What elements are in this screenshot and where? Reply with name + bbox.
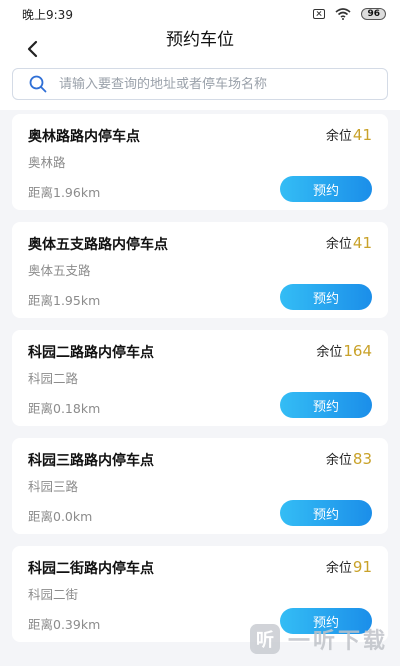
reserve-button[interactable]: 预约 — [280, 284, 372, 310]
search-section — [0, 60, 400, 110]
lot-name: 科园二街路内停车点 — [28, 561, 154, 577]
lot-distance: 距离0.18km — [28, 401, 101, 416]
watermark-text: 一听下载 — [288, 629, 389, 654]
lot-road: 科园二路 — [28, 371, 79, 386]
available-spaces: 余位 91 — [326, 557, 372, 576]
lot-name: 奥体五支路路内停车点 — [28, 237, 168, 253]
sim-off-icon — [313, 9, 326, 19]
lot-road: 奥体五支路 — [28, 263, 91, 278]
reserve-button[interactable]: 预约 — [280, 176, 372, 202]
available-count: 83 — [352, 450, 372, 468]
lot-distance: 距离1.95km — [28, 293, 101, 308]
available-count: 41 — [352, 234, 372, 252]
lot-distance: 距离1.96km — [28, 185, 101, 200]
search-input[interactable] — [59, 76, 359, 92]
search-box[interactable] — [12, 68, 388, 100]
list-item: 奥体五支路路内停车点 奥体五支路 距离1.95km 余位 41 预约 — [12, 222, 388, 318]
lot-distance: 距离0.39km — [28, 617, 101, 632]
lot-name: 奥林路路内停车点 — [28, 129, 140, 145]
status-time: 晚上9:39 — [22, 7, 73, 22]
available-count: 164 — [343, 342, 372, 360]
search-icon — [29, 75, 47, 93]
available-count: 91 — [352, 558, 372, 576]
lot-name: 科园三路路内停车点 — [28, 453, 154, 469]
watermark: 听 一听下载 — [250, 612, 400, 666]
status-icons: 96 — [313, 8, 386, 20]
available-spaces: 余位 41 — [326, 233, 372, 252]
available-label: 余位 — [316, 345, 343, 360]
available-count: 41 — [352, 126, 372, 144]
available-label: 余位 — [325, 561, 352, 576]
available-label: 余位 — [325, 129, 352, 144]
wifi-icon — [335, 8, 351, 20]
lot-road: 奥林路 — [28, 155, 66, 170]
reserve-button[interactable]: 预约 — [280, 500, 372, 526]
available-spaces: 余位 164 — [316, 341, 372, 360]
list-item: 奥林路路内停车点 奥林路 距离1.96km 余位 41 预约 — [12, 114, 388, 210]
available-label: 余位 — [325, 237, 352, 252]
lot-road: 科园三路 — [28, 479, 79, 494]
list-item: 科园三路路内停车点 科园三路 距离0.0km 余位 83 预约 — [12, 438, 388, 534]
available-spaces: 余位 83 — [326, 449, 372, 468]
battery-indicator: 96 — [361, 8, 386, 20]
lot-distance: 距离0.0km — [28, 509, 93, 524]
lot-name: 科园二路路内停车点 — [28, 345, 154, 361]
available-spaces: 余位 41 — [326, 125, 372, 144]
list-item: 科园二路路内停车点 科园二路 距离0.18km 余位 164 预约 — [12, 330, 388, 426]
status-bar: 晚上9:39 96 — [0, 0, 400, 28]
available-label: 余位 — [325, 453, 352, 468]
lot-road: 科园二街 — [28, 587, 79, 602]
watermark-logo: 听 — [250, 624, 280, 654]
reserve-button[interactable]: 预约 — [280, 392, 372, 418]
chevron-left-icon — [27, 40, 38, 58]
